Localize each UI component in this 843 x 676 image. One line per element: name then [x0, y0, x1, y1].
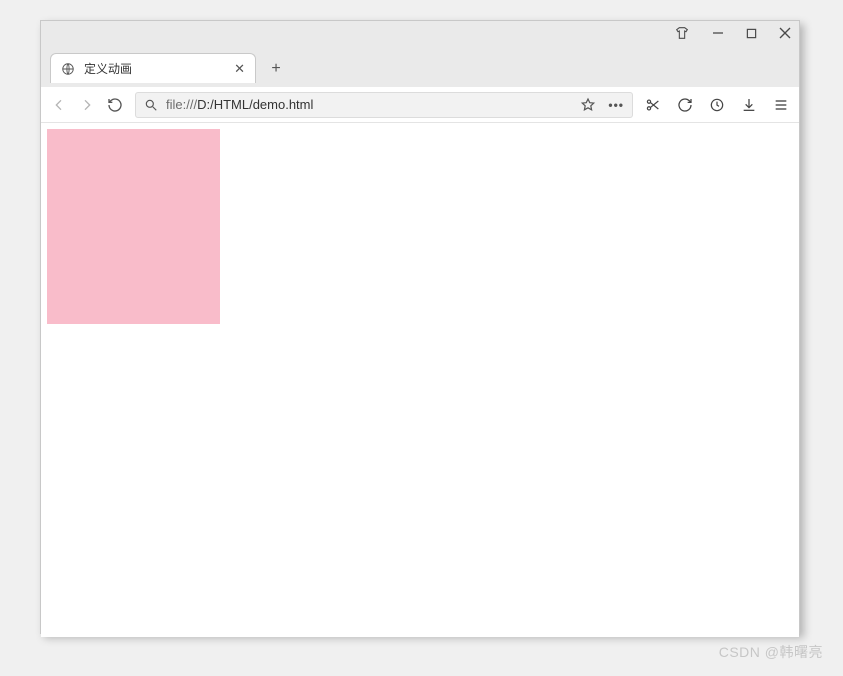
address-bar[interactable]: file:///D:/HTML/demo.html •••	[135, 92, 633, 118]
globe-icon	[61, 62, 75, 76]
watermark: CSDN @韩曙亮	[719, 642, 823, 662]
menu-icon[interactable]	[773, 97, 789, 113]
history-icon[interactable]	[709, 97, 725, 113]
browser-window: 定义动画 ✕ + file:///D:/HTML/demo.html •••	[40, 20, 800, 634]
tab-title: 定义动画	[84, 60, 225, 77]
browser-tab[interactable]: 定义动画 ✕	[50, 53, 256, 83]
reload-button[interactable]	[107, 97, 123, 113]
toolbar-actions	[645, 97, 789, 113]
search-icon	[144, 98, 158, 112]
tab-row: 定义动画 ✕ +	[41, 49, 799, 83]
back-button[interactable]	[51, 97, 67, 113]
scissors-icon[interactable]	[645, 97, 661, 113]
site-actions-icon[interactable]: •••	[608, 98, 624, 112]
page-content	[41, 123, 799, 637]
download-icon[interactable]	[741, 97, 757, 113]
toolbar: file:///D:/HTML/demo.html •••	[41, 87, 799, 123]
new-tab-button[interactable]: +	[262, 55, 290, 83]
maximize-button[interactable]	[746, 28, 757, 39]
forward-button[interactable]	[79, 97, 95, 113]
window-controls	[674, 25, 791, 41]
minimize-button[interactable]	[712, 27, 724, 39]
undo-icon[interactable]	[677, 97, 693, 113]
pink-box	[47, 129, 220, 324]
url-text: file:///D:/HTML/demo.html	[166, 97, 572, 112]
bookmark-star-icon[interactable]	[580, 97, 596, 113]
close-tab-icon[interactable]: ✕	[234, 61, 245, 77]
close-button[interactable]	[779, 27, 791, 39]
extensions-icon[interactable]	[674, 25, 690, 41]
